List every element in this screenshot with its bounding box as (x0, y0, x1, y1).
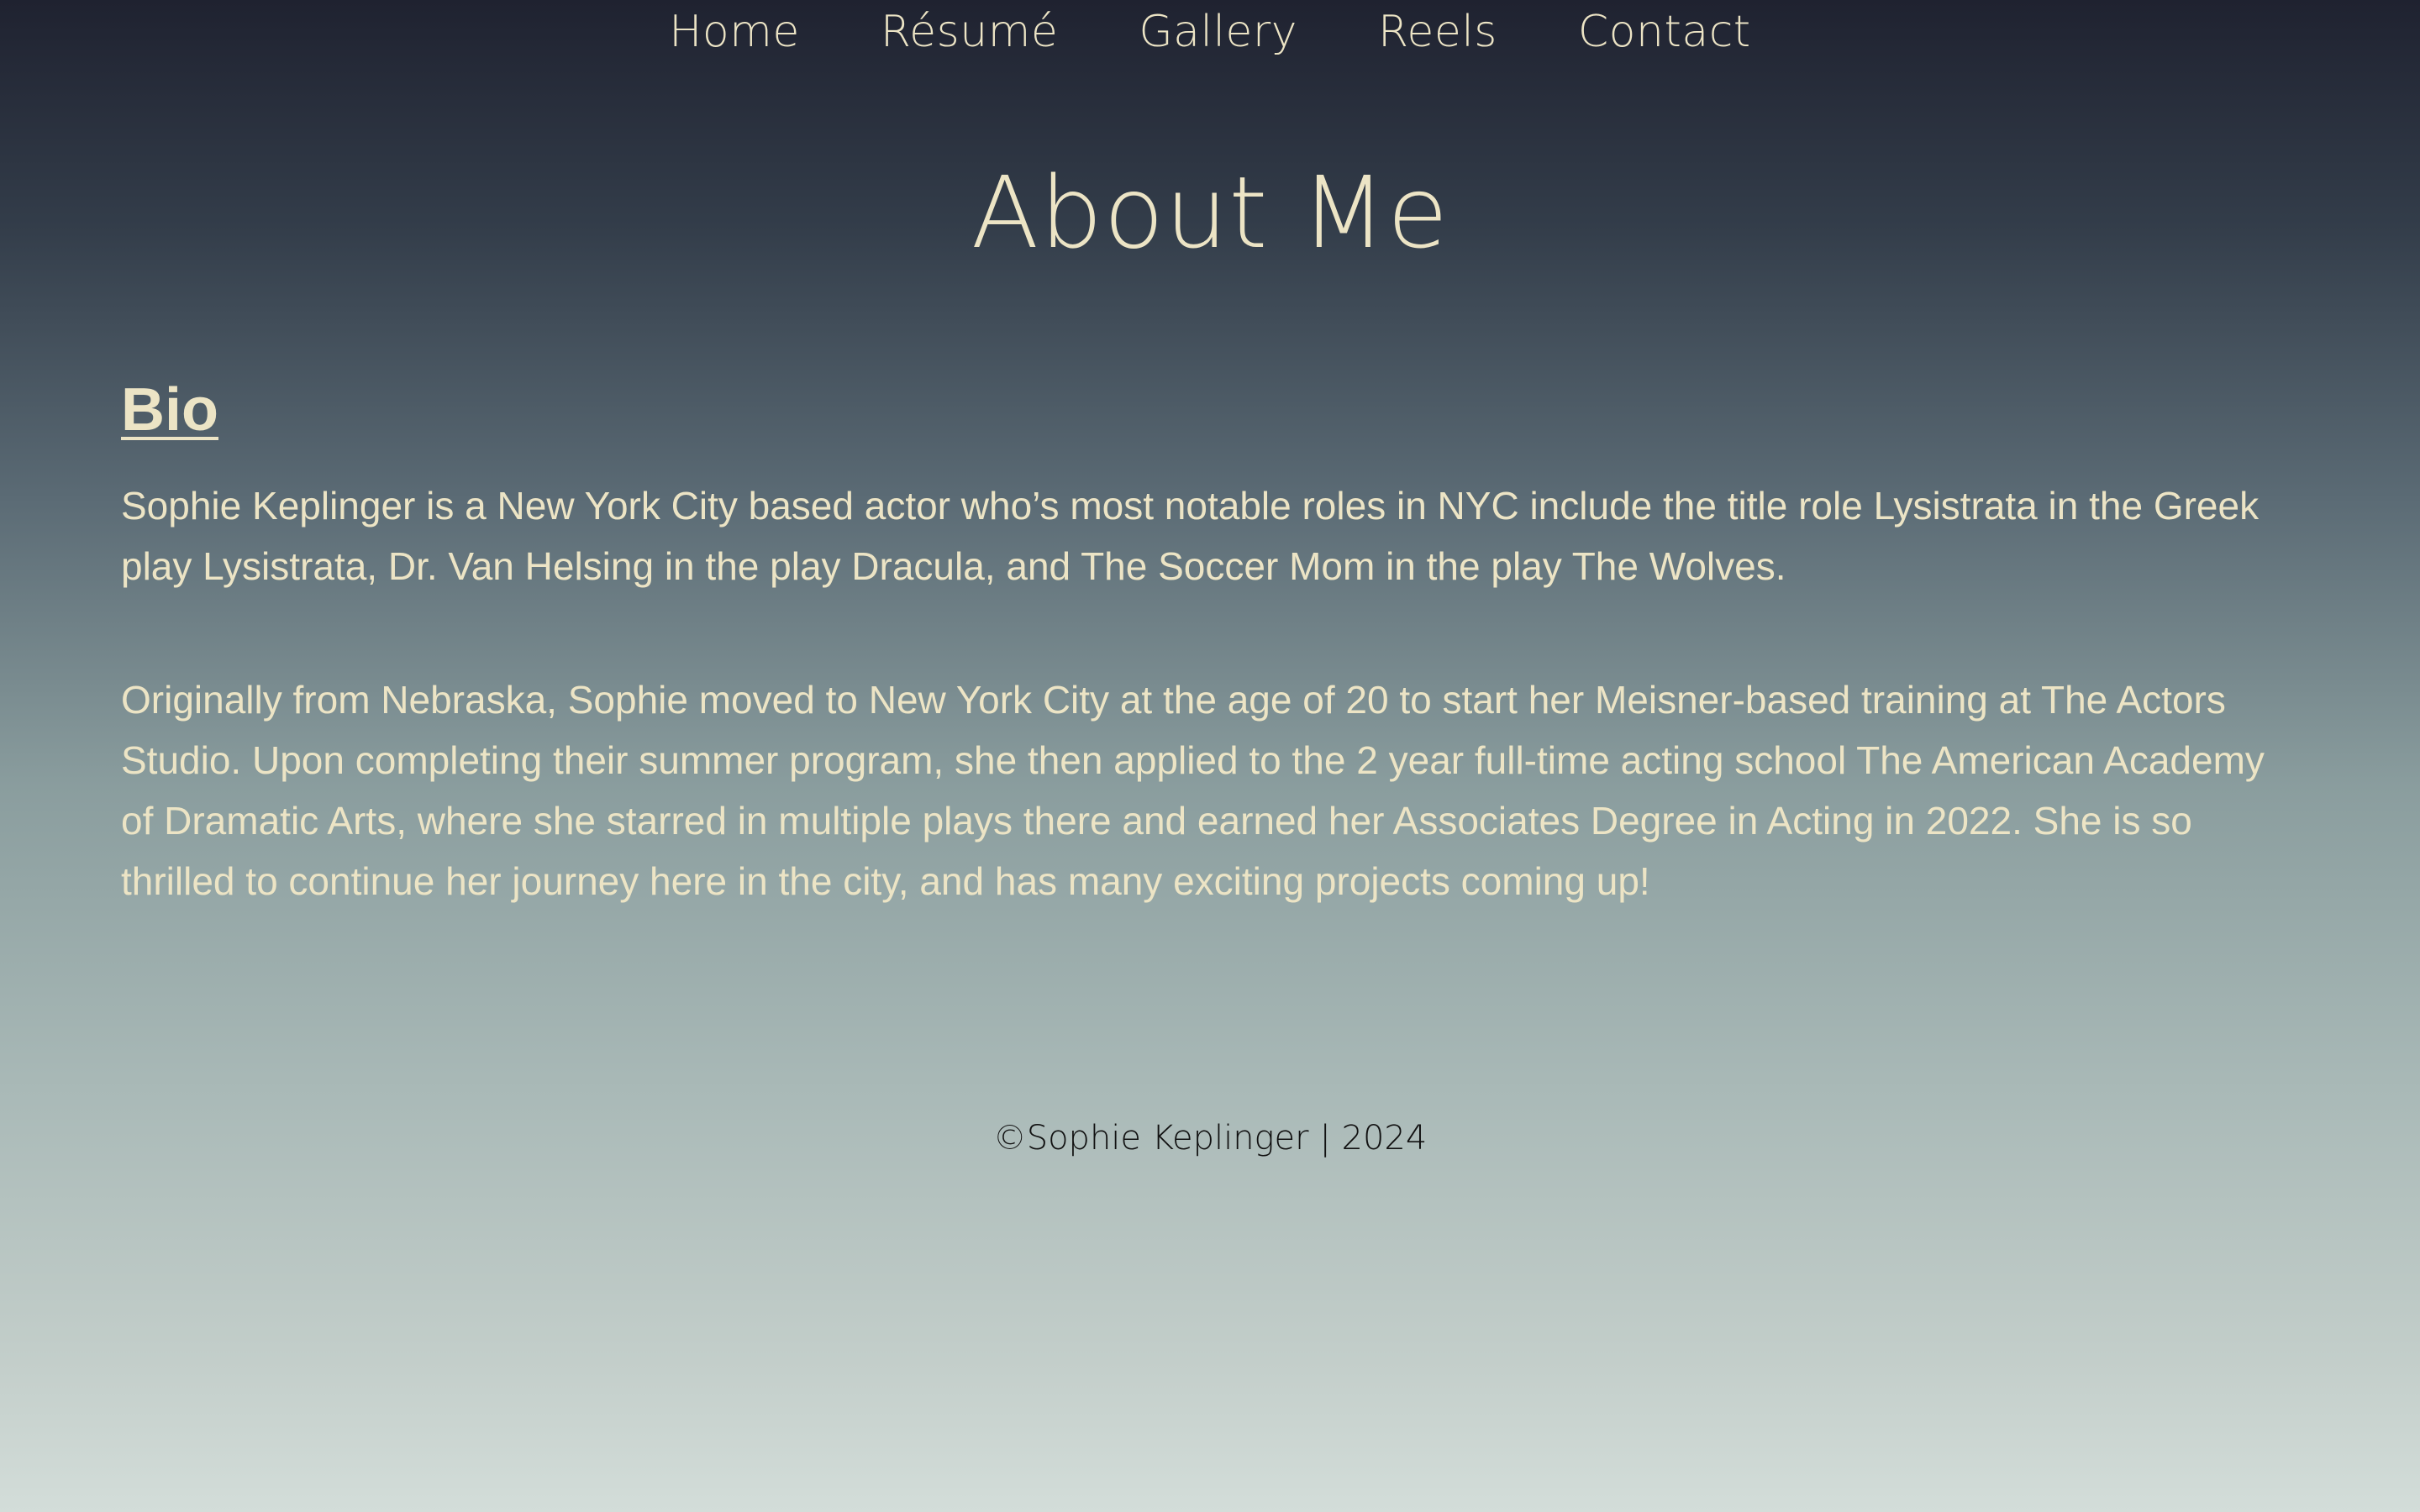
top-nav: Home Résumé Gallery Reels Contact (0, 0, 2420, 67)
bio-heading: Bio (121, 376, 218, 444)
nav-reels-link[interactable]: Reels (1378, 0, 1497, 64)
page-title: About Me (971, 155, 1449, 270)
nav-resume-link[interactable]: Résumé (881, 0, 1058, 64)
nav-contact-link[interactable]: Contact (1578, 0, 1751, 64)
nav-home-link[interactable]: Home (669, 0, 800, 64)
bio-paragraph-1: Sophie Keplinger is a New York City base… (121, 484, 2260, 588)
bio-paragraph-2: Originally from Nebraska, Sophie moved t… (121, 678, 2265, 903)
nav-gallery-link[interactable]: Gallery (1139, 0, 1297, 64)
copyright-text: ©Sophie Keplinger | 2024 (992, 1119, 1428, 1158)
